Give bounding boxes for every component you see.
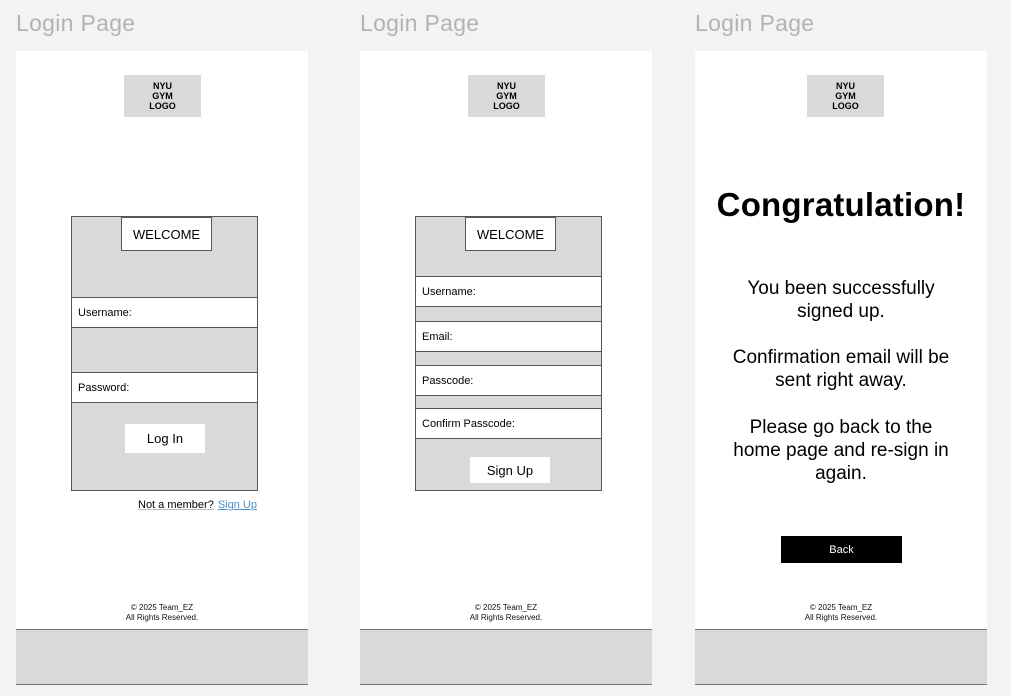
success-message: You been successfully signed up.: [747, 278, 935, 322]
passcode-field[interactable]: Passcode:: [416, 365, 601, 396]
signup-link[interactable]: Sign Up: [218, 499, 257, 511]
footer: © 2025 Team_EZ All Rights Reserved.: [16, 603, 308, 623]
footer-rights: All Rights Reserved.: [804, 613, 878, 622]
email-label: Email:: [422, 330, 453, 343]
login-button[interactable]: Log In: [125, 424, 205, 453]
logo-placeholder: NYU GYM LOGO: [124, 75, 201, 117]
password-field[interactable]: Password:: [72, 372, 257, 403]
confirm-passcode-label: Confirm Passcode:: [422, 417, 515, 430]
passcode-label: Passcode:: [422, 374, 474, 387]
username-field[interactable]: Username:: [72, 297, 257, 328]
frame-title-signup: Login Page: [360, 10, 480, 36]
logo-placeholder: NYU GYM LOGO: [468, 75, 545, 117]
confirmation-frame: NYU GYM LOGO Congratulation! You been su…: [695, 51, 987, 685]
password-label: Password:: [78, 381, 130, 394]
footer-copyright: © 2025 Team_EZ: [809, 603, 873, 612]
signup-card: WELCOME Username: Email: Passcode: Confi…: [415, 216, 602, 491]
welcome-heading: WELCOME: [121, 217, 212, 251]
frame-title-login: Login Page: [16, 10, 136, 36]
bottom-bar: [16, 629, 308, 685]
welcome-heading: WELCOME: [465, 217, 556, 251]
not-member-text: Not a member?: [138, 499, 214, 511]
footer-rights: All Rights Reserved.: [125, 613, 199, 622]
congratulation-heading: Congratulation!: [716, 186, 966, 223]
footer-rights: All Rights Reserved.: [469, 613, 543, 622]
return-home-message: Please go back to the home page and re-s…: [733, 417, 949, 484]
username-label: Username:: [78, 306, 132, 319]
footer: © 2025 Team_EZ All Rights Reserved.: [695, 603, 987, 623]
email-field[interactable]: Email:: [416, 321, 601, 352]
signup-prompt: Not a member? Sign Up: [138, 499, 257, 511]
logo-placeholder: NYU GYM LOGO: [807, 75, 884, 117]
login-frame: NYU GYM LOGO WELCOME Username: Password:…: [16, 51, 308, 685]
footer-copyright: © 2025 Team_EZ: [474, 603, 538, 612]
confirm-passcode-field[interactable]: Confirm Passcode:: [416, 408, 601, 439]
frame-title-confirmation: Login Page: [695, 10, 815, 36]
login-card: WELCOME Username: Password: Log In: [71, 216, 258, 491]
signup-button[interactable]: Sign Up: [470, 457, 550, 483]
bottom-bar: [360, 629, 652, 685]
footer-copyright: © 2025 Team_EZ: [130, 603, 194, 612]
username-field[interactable]: Username:: [416, 276, 601, 307]
email-confirmation-message: Confirmation email will be sent right aw…: [732, 347, 950, 391]
username-label: Username:: [422, 285, 476, 298]
signup-frame: NYU GYM LOGO WELCOME Username: Email: Pa…: [360, 51, 652, 685]
footer: © 2025 Team_EZ All Rights Reserved.: [360, 603, 652, 623]
back-button[interactable]: Back: [781, 536, 902, 563]
bottom-bar: [695, 629, 987, 685]
